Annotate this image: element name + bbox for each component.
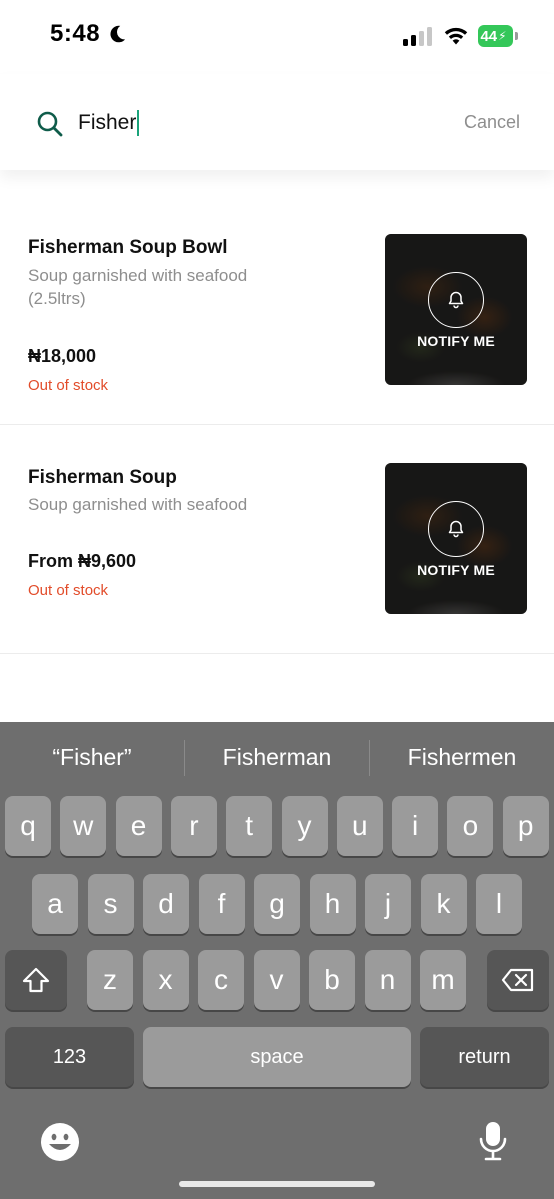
- key-w[interactable]: w: [60, 796, 107, 856]
- key-e[interactable]: e: [115, 796, 162, 856]
- key-i[interactable]: i: [392, 796, 439, 856]
- search-icon: [37, 111, 63, 137]
- cancel-button[interactable]: Cancel: [464, 112, 520, 133]
- key-j[interactable]: j: [365, 874, 411, 934]
- key-d[interactable]: d: [143, 874, 189, 934]
- key-y[interactable]: y: [281, 796, 328, 856]
- key-u[interactable]: u: [336, 796, 383, 856]
- microphone-icon[interactable]: [478, 1120, 508, 1164]
- notify-me-button[interactable]: [428, 272, 484, 328]
- key-n[interactable]: n: [364, 950, 411, 1010]
- search-header: Fisher Cancel: [0, 74, 554, 170]
- key-k[interactable]: k: [420, 874, 467, 934]
- text-caret: [137, 110, 140, 136]
- product-name: Fisherman Soup: [28, 467, 177, 488]
- product-item[interactable]: Fisherman Soup Soup garnished with seafo…: [0, 425, 554, 654]
- product-name: Fisherman Soup Bowl: [28, 237, 228, 258]
- notify-me-label: NOTIFY ME: [417, 562, 495, 578]
- product-image[interactable]: NOTIFY ME: [385, 234, 527, 385]
- key-a[interactable]: a: [32, 874, 78, 934]
- search-query-text: Fisher: [78, 111, 137, 134]
- product-description: Soup garnished with seafood: [28, 495, 248, 514]
- key-h[interactable]: h: [309, 874, 356, 934]
- stock-status: Out of stock: [28, 377, 109, 394]
- charging-bolt-icon: ⚡: [498, 29, 507, 43]
- bell-icon: [448, 520, 464, 538]
- key-v[interactable]: v: [253, 950, 300, 1010]
- search-input[interactable]: Fisher: [78, 107, 438, 139]
- key-t[interactable]: t: [226, 796, 273, 856]
- space-key[interactable]: space: [143, 1027, 411, 1087]
- notify-me-label: NOTIFY ME: [417, 333, 495, 349]
- key-z[interactable]: z: [87, 950, 133, 1010]
- suggestion-item[interactable]: Fisherman: [185, 744, 369, 771]
- key-o[interactable]: o: [447, 796, 494, 856]
- battery-body: 44 ⚡: [478, 25, 513, 47]
- key-x[interactable]: x: [142, 950, 189, 1010]
- key-p[interactable]: p: [502, 796, 549, 856]
- screen: 5:48 44 ⚡ Fisher Cancel Fisherman Soup B…: [0, 0, 554, 1199]
- shift-icon: [22, 967, 50, 993]
- bell-icon: [448, 291, 464, 309]
- battery-indicator: 44 ⚡: [478, 25, 518, 47]
- key-g[interactable]: g: [254, 874, 300, 934]
- keyboard: “Fisher” Fisherman Fishermen qwertyuiop …: [0, 722, 554, 1199]
- numbers-key[interactable]: 123: [5, 1027, 134, 1087]
- status-time-text: 5:48: [50, 20, 101, 47]
- shift-key[interactable]: [5, 950, 67, 1010]
- product-image[interactable]: NOTIFY ME: [385, 463, 527, 614]
- suggestion-item[interactable]: “Fisher”: [0, 744, 184, 771]
- key-c[interactable]: c: [198, 950, 244, 1010]
- moon-icon: [110, 25, 126, 43]
- key-m[interactable]: m: [420, 950, 466, 1010]
- product-price: From ₦9,600: [28, 551, 137, 571]
- backspace-icon: [501, 968, 534, 992]
- return-key[interactable]: return: [420, 1027, 549, 1087]
- home-indicator: [179, 1181, 375, 1187]
- key-l[interactable]: l: [476, 874, 522, 934]
- predictive-suggestions: “Fisher” Fisherman Fishermen: [0, 722, 554, 794]
- key-r[interactable]: r: [170, 796, 217, 856]
- search-results: Fisherman Soup Bowl Soup garnished with …: [0, 170, 554, 654]
- delete-key[interactable]: [487, 950, 549, 1010]
- stock-status: Out of stock: [28, 582, 109, 599]
- key-s[interactable]: s: [87, 874, 134, 934]
- key-f[interactable]: f: [198, 874, 245, 934]
- battery-cap: [515, 32, 518, 40]
- battery-level: 44: [480, 27, 498, 45]
- status-time: 5:48: [50, 20, 128, 48]
- key-q[interactable]: q: [5, 796, 51, 856]
- key-b[interactable]: b: [309, 950, 355, 1010]
- emoji-icon[interactable]: [40, 1122, 80, 1162]
- status-bar: 5:48 44 ⚡: [0, 0, 554, 74]
- product-price: ₦18,000: [28, 346, 97, 366]
- cellular-signal-icon: [403, 27, 432, 46]
- product-description: Soup garnished with seafood (2.5ltrs): [28, 266, 248, 308]
- product-item[interactable]: Fisherman Soup Bowl Soup garnished with …: [0, 170, 554, 425]
- wifi-icon: [444, 27, 468, 45]
- notify-me-button[interactable]: [428, 501, 484, 557]
- suggestion-item[interactable]: Fishermen: [370, 744, 554, 771]
